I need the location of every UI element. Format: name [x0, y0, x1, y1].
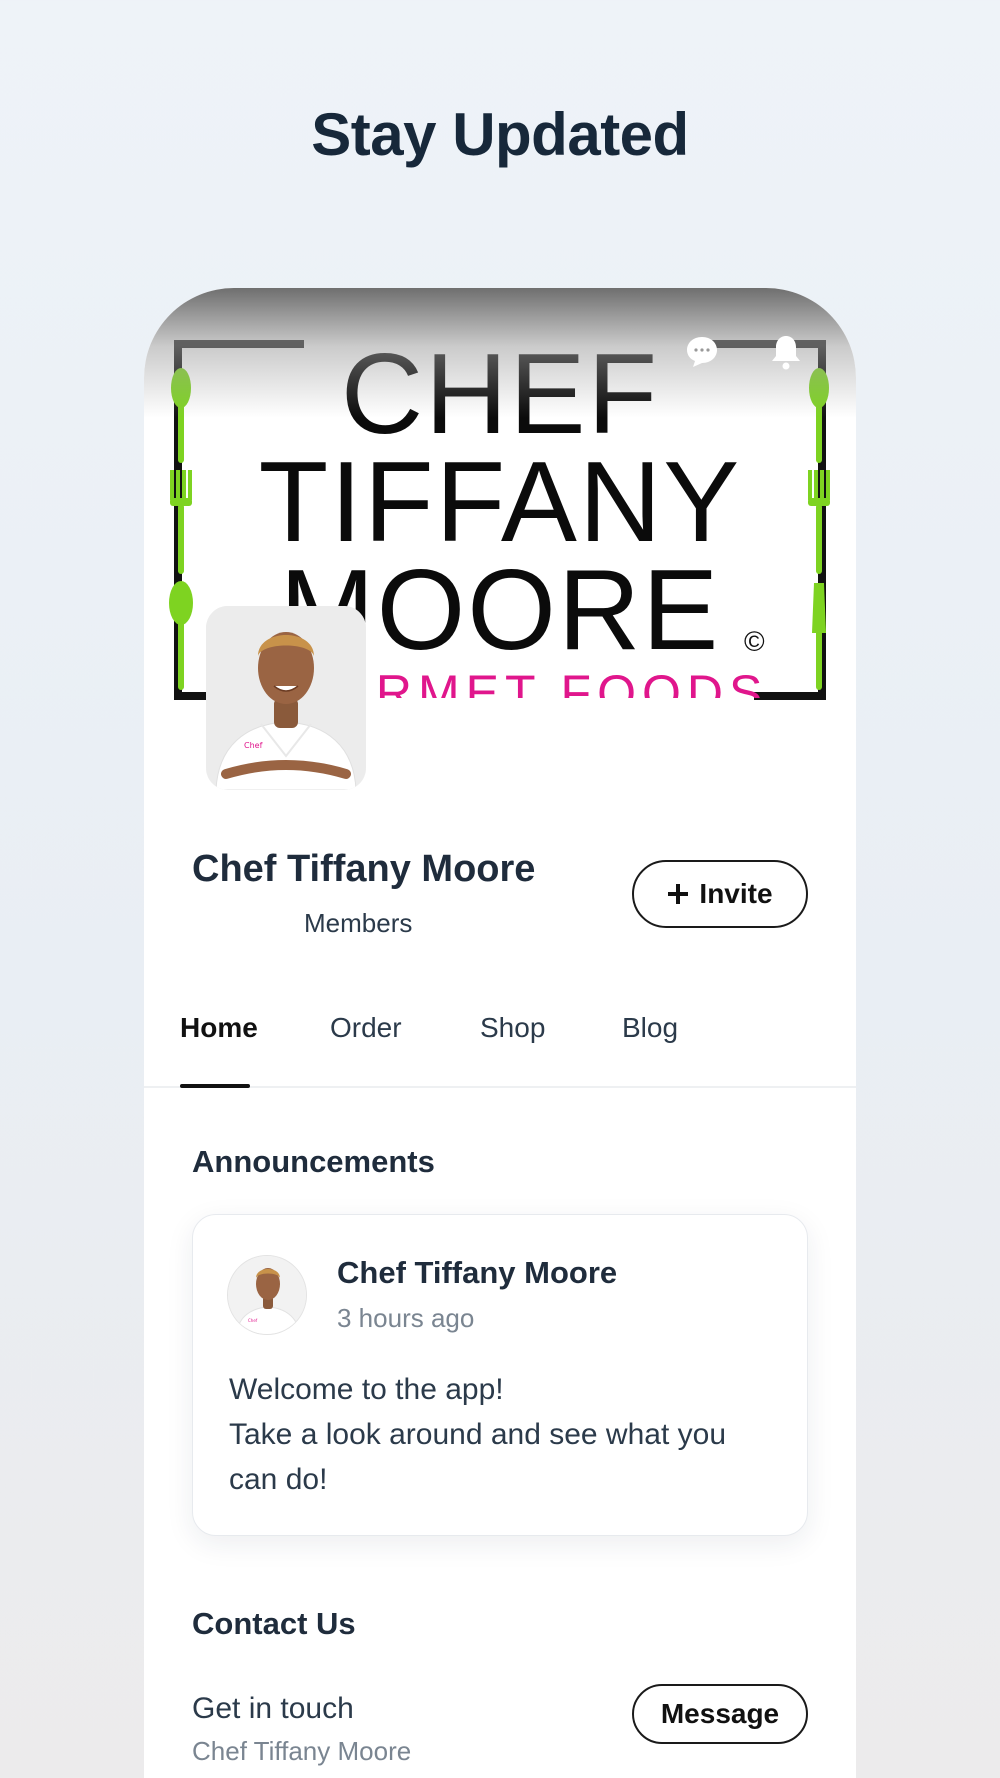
page-heading: Stay Updated [311, 101, 689, 168]
post-body-line: Take a look around and see what you [229, 1418, 727, 1451]
message-button[interactable]: Message [632, 1684, 808, 1744]
contact-title: Contact Us [192, 1606, 356, 1641]
svg-text:Chef: Chef [248, 1318, 258, 1323]
tab-order[interactable]: Order [330, 1008, 402, 1088]
invite-label: Invite [699, 878, 773, 909]
active-tab-indicator [180, 1084, 250, 1088]
svg-text:Chef: Chef [244, 741, 263, 750]
post-author-avatar[interactable]: Chef [227, 1255, 307, 1335]
chat-bubble-icon [687, 337, 717, 367]
utensils-right-icon [808, 368, 830, 690]
tab-bar: Home Order Shop Blog [144, 1008, 856, 1088]
profile-name: Chef Tiffany Moore [192, 848, 536, 890]
logo-line-chef: CHEF [340, 331, 660, 458]
post-body-line: can do! [229, 1463, 328, 1496]
post-body: Welcome to the app! Take a look around a… [229, 1367, 789, 1502]
announcement-card[interactable]: Chef Chef Tiffany Moore 3 hours ago Welc… [192, 1214, 808, 1536]
chef-photo: Chef [206, 606, 366, 790]
announcements-title: Announcements [192, 1144, 435, 1179]
phone-frame: CHEF TIFFANY MOORE © GOURMET FOODS Chef … [144, 288, 856, 1778]
chat-button[interactable] [682, 332, 722, 372]
post-timestamp: 3 hours ago [337, 1303, 475, 1333]
tab-home[interactable]: Home [180, 1008, 258, 1088]
utensils-left-icon [169, 368, 193, 690]
profile-avatar[interactable]: Chef [206, 606, 366, 790]
logo-line-tiffany: TIFFANY [258, 439, 742, 566]
contact-name: Chef Tiffany Moore [192, 1736, 412, 1766]
post-body-line: Welcome to the app! [229, 1373, 504, 1406]
tab-shop[interactable]: Shop [480, 1008, 545, 1088]
invite-button[interactable]: Invite [632, 860, 808, 928]
notifications-button[interactable] [766, 332, 806, 372]
tab-blog[interactable]: Blog [622, 1008, 678, 1088]
bell-icon [772, 336, 800, 370]
post-author[interactable]: Chef Tiffany Moore [337, 1255, 617, 1291]
members-link[interactable]: Members [304, 908, 412, 939]
plus-icon [668, 884, 689, 904]
chef-avatar-small: Chef [228, 1256, 306, 1334]
copyright-mark: © [744, 626, 765, 657]
contact-headline: Get in touch [192, 1692, 354, 1725]
message-label: Message [660, 1698, 780, 1729]
